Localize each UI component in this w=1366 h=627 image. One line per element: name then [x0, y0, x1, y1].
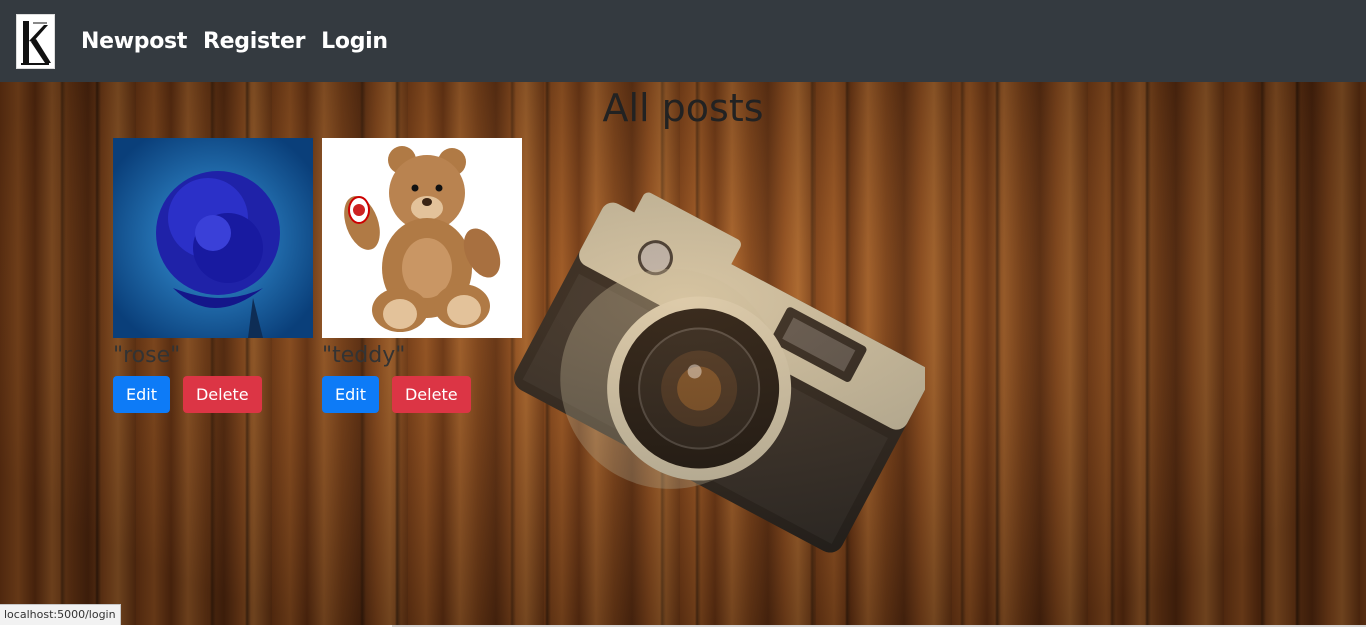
brand-logo[interactable]: [16, 13, 55, 69]
edit-button[interactable]: Edit: [113, 376, 170, 413]
post-card: "rose" Edit Delete: [113, 138, 313, 413]
post-card: "teddy" Edit Delete: [322, 138, 522, 413]
page-title: All posts: [602, 86, 764, 130]
k-logo-icon: [21, 20, 51, 65]
delete-button[interactable]: Delete: [391, 376, 471, 413]
link-status-bar: localhost:5000/login: [0, 604, 121, 626]
post-name: "teddy": [322, 343, 406, 368]
nav-newpost[interactable]: Newpost: [81, 29, 187, 54]
navbar: Newpost Register Login: [0, 0, 1366, 82]
post-name: "rose": [113, 343, 181, 368]
teddy-image[interactable]: [322, 138, 522, 338]
edit-button[interactable]: Edit: [322, 376, 379, 413]
camera-illustration: [514, 192, 925, 553]
nav-register[interactable]: Register: [203, 29, 305, 54]
delete-button[interactable]: Delete: [182, 376, 262, 413]
nav-login[interactable]: Login: [321, 29, 388, 54]
rose-image[interactable]: [113, 138, 313, 338]
